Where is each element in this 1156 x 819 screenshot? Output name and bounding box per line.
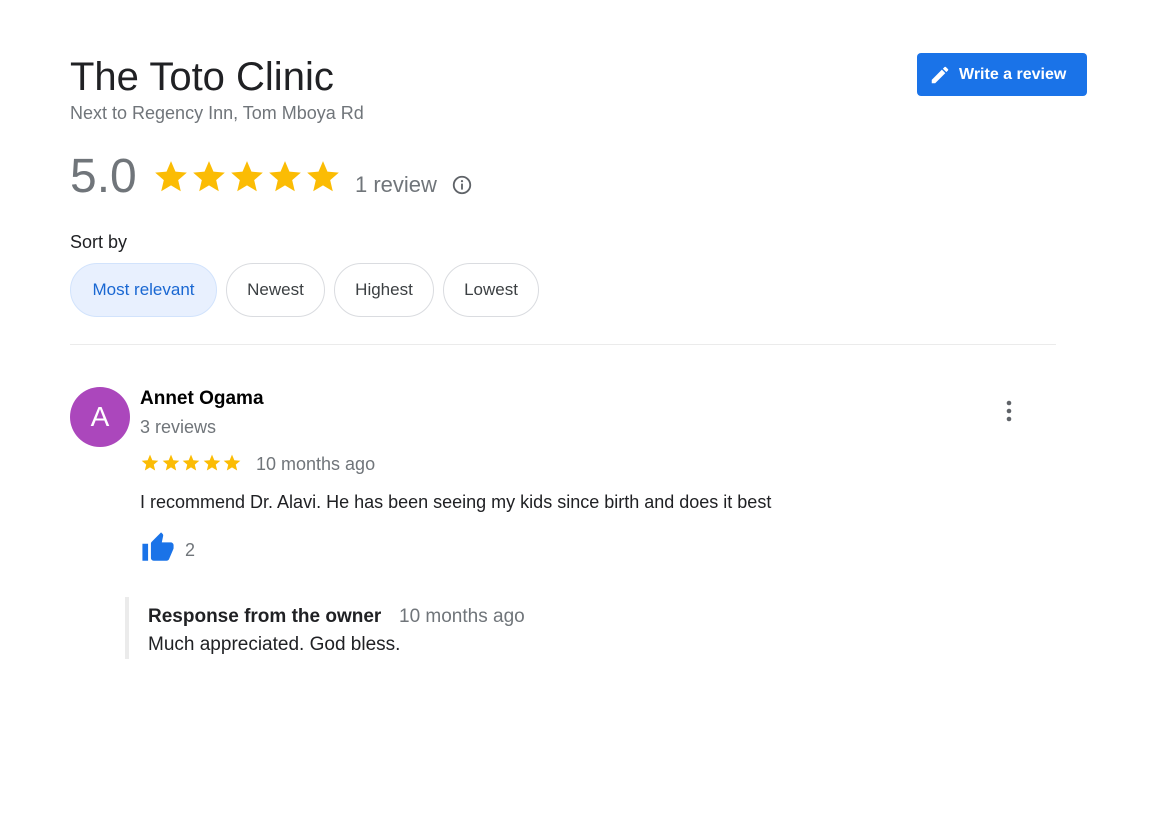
review-time: 10 months ago xyxy=(256,454,376,474)
sort-by-label: Sort by xyxy=(70,232,128,252)
reviewer-review-count: 3 reviews xyxy=(140,417,217,437)
info-icon[interactable] xyxy=(451,174,473,196)
owner-response-label: Response from the owner xyxy=(148,606,382,627)
review-text: I recommend Dr. Alavi. He has been seein… xyxy=(140,492,772,512)
star-icon xyxy=(141,454,159,471)
divider xyxy=(70,344,1056,345)
reviewer-avatar[interactable]: A xyxy=(70,387,130,447)
star-icon xyxy=(203,454,220,471)
star-icon xyxy=(223,454,241,471)
owner-response-bar xyxy=(125,597,129,659)
review-count: 1 review xyxy=(355,172,437,197)
sort-chip-lowest[interactable]: Lowest xyxy=(443,263,539,317)
star-icon xyxy=(155,161,187,192)
sort-chip-newest[interactable]: Newest xyxy=(226,263,325,317)
rating-stars xyxy=(152,158,342,196)
reviewer-name[interactable]: Annet Ogama xyxy=(140,388,264,410)
sort-chip-most-relevant[interactable]: Most relevant xyxy=(70,263,217,317)
place-address: Next to Regency Inn, Tom Mboya Rd xyxy=(70,103,364,123)
star-icon xyxy=(193,161,225,192)
write-review-label: Write a review xyxy=(959,65,1067,83)
owner-response-text: Much appreciated. God bless. xyxy=(148,634,401,655)
star-icon xyxy=(162,454,179,471)
star-icon xyxy=(307,161,339,192)
like-count: 2 xyxy=(185,540,196,560)
sort-chip-highest[interactable]: Highest xyxy=(334,263,434,317)
more-vert-icon[interactable] xyxy=(1000,398,1018,424)
star-icon xyxy=(269,161,301,192)
rating-score: 5.0 xyxy=(70,150,137,203)
review-stars xyxy=(140,453,243,473)
star-icon xyxy=(231,161,263,192)
write-review-button[interactable]: Write a review xyxy=(917,53,1087,96)
star-icon xyxy=(182,454,200,471)
thumbs-up-icon[interactable] xyxy=(140,531,176,565)
owner-response-time: 10 months ago xyxy=(399,606,525,627)
pencil-icon xyxy=(929,64,951,86)
place-title: The Toto Clinic xyxy=(70,55,334,99)
